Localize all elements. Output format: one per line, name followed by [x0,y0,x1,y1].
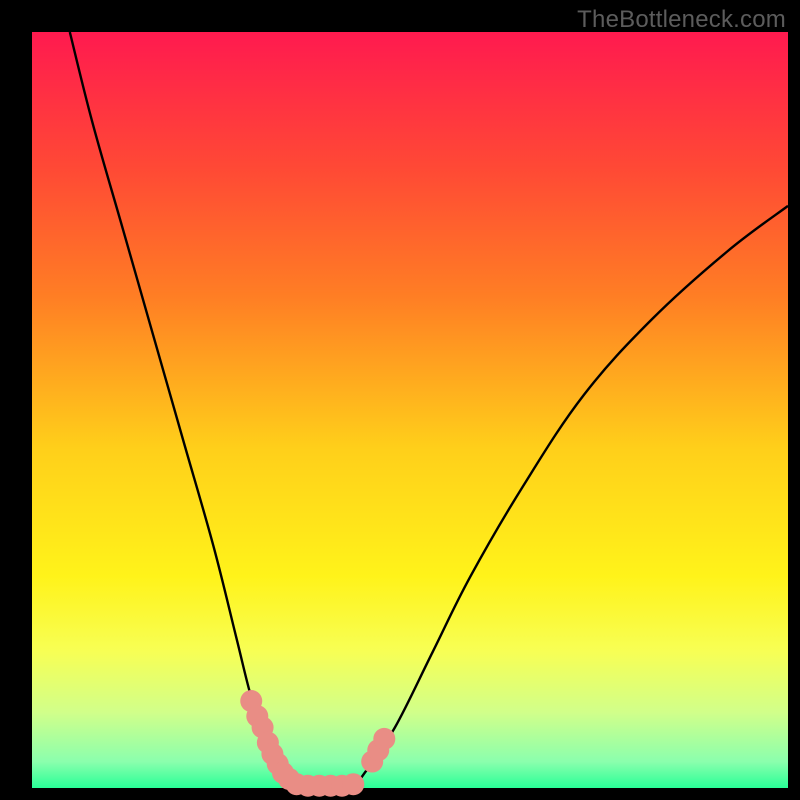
bottleneck-chart [0,0,800,800]
marker-dot [373,728,395,750]
watermark-text: TheBottleneck.com [577,6,786,34]
gradient-background [32,32,788,788]
chart-container: TheBottleneck.com [0,0,800,800]
marker-dot [342,773,364,795]
